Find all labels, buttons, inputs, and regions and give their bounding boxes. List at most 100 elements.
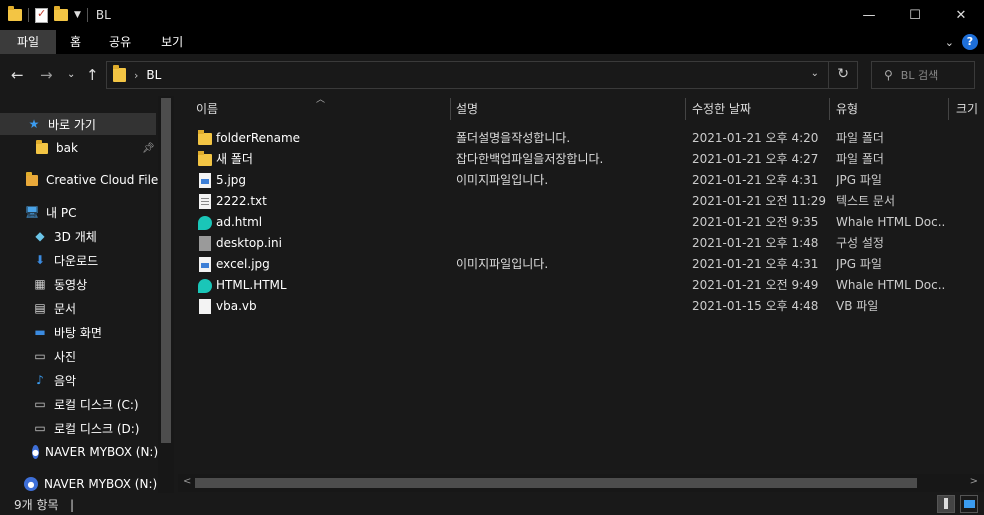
- sidebar-item-music[interactable]: ♪ 음악: [0, 369, 76, 391]
- column-divider[interactable]: [948, 98, 949, 120]
- table-row[interactable]: 새 폴더 잡다한백업파일을저장합니다. 2021-01-21 오후 4:27 파…: [178, 149, 984, 170]
- properties-icon[interactable]: [35, 7, 48, 23]
- table-row[interactable]: HTML.HTML 2021-01-21 오전 9:49 Whale HTML …: [178, 275, 984, 296]
- table-row[interactable]: 5.jpg 이미지파일입니다. 2021-01-21 오후 4:31 JPG 파…: [178, 170, 984, 191]
- back-arrow-icon[interactable]: ←: [11, 66, 24, 84]
- sidebar-item-documents[interactable]: ▤ 문서: [0, 297, 76, 319]
- tab-file[interactable]: 파일: [0, 30, 56, 54]
- large-icons-view-button[interactable]: [960, 495, 978, 513]
- sidebar-item-3d-objects[interactable]: ◆ 3D 개체: [0, 225, 96, 247]
- help-button[interactable]: ?: [962, 34, 978, 50]
- forward-arrow-icon[interactable]: →: [40, 66, 53, 84]
- folder-icon: [34, 139, 50, 156]
- sidebar-item-creative-cloud[interactable]: Creative Cloud Files: [0, 169, 165, 191]
- tab-home[interactable]: 홈: [56, 30, 93, 54]
- sidebar-item-this-pc[interactable]: 🖥︎ 내 PC: [0, 201, 76, 223]
- table-row[interactable]: ad.html 2021-01-21 오전 9:35 Whale HTML Do…: [178, 212, 984, 233]
- column-header-date[interactable]: 수정한 날짜: [692, 96, 751, 122]
- desktop-icon: ▬: [34, 325, 46, 339]
- drive-icon: ▭: [34, 421, 46, 435]
- column-header-name[interactable]: 이름: [196, 96, 218, 122]
- whale-browser-icon: [198, 216, 212, 230]
- sidebar-item-bak[interactable]: bak 📌︎: [0, 137, 158, 159]
- file-name: desktop.ini: [216, 236, 282, 250]
- column-divider[interactable]: [450, 98, 451, 120]
- column-header-type[interactable]: 유형: [836, 96, 858, 122]
- file-name: excel.jpg: [216, 257, 270, 271]
- column-header-row: ︿ 이름 설명 수정한 날짜 유형 크기: [178, 95, 984, 122]
- refresh-icon[interactable]: ↻: [837, 66, 849, 82]
- file-date: 2021-01-21 오전 9:49: [692, 278, 819, 292]
- music-icon: ♪: [36, 373, 44, 387]
- file-name: 새 폴더: [216, 152, 253, 166]
- table-row[interactable]: vba.vb 2021-01-15 오후 4:48 VB 파일: [178, 296, 984, 317]
- sidebar-item-videos[interactable]: ▦ 동영상: [0, 273, 87, 295]
- file-name: 2222.txt: [216, 194, 267, 208]
- nav-scrollbar-thumb[interactable]: [161, 98, 171, 443]
- maximize-button[interactable]: ☐: [892, 0, 938, 30]
- sidebar-item-mybox-1[interactable]: ● NAVER MYBOX (N:): [0, 441, 158, 463]
- details-view-button[interactable]: [937, 495, 955, 513]
- scroll-left-icon[interactable]: <: [183, 476, 191, 487]
- table-row[interactable]: desktop.ini 2021-01-21 오후 1:48 구성 설정: [178, 233, 984, 254]
- sidebar-item-desktop[interactable]: ▬ 바탕 화면: [0, 321, 102, 343]
- recent-locations-chevron-icon[interactable]: ⌄: [67, 69, 75, 80]
- address-dropdown-icon[interactable]: ⌄: [811, 68, 819, 79]
- ribbon-tabs: 파일 홈 공유 보기 ⌄ ?: [0, 30, 984, 54]
- file-name: 5.jpg: [216, 173, 247, 187]
- expand-ribbon-icon[interactable]: ⌄: [945, 36, 954, 49]
- horizontal-scrollbar[interactable]: < >: [178, 474, 984, 492]
- qat-divider: [28, 8, 29, 22]
- pictures-icon: ▭: [34, 349, 46, 363]
- table-row[interactable]: 2222.txt 2021-01-21 오전 11:29 텍스트 문서: [178, 191, 984, 212]
- sidebar-item-quick-access[interactable]: ★ 바로 가기: [0, 113, 156, 135]
- address-bar[interactable]: › BL ⌄ ↻: [106, 61, 858, 89]
- text-file-icon: [199, 194, 211, 209]
- close-button[interactable]: ✕: [938, 0, 984, 30]
- breadcrumb-chevron-icon[interactable]: ›: [134, 69, 138, 82]
- search-box[interactable]: ⚲ BL 검색: [871, 61, 975, 89]
- file-type: JPG 파일: [836, 257, 882, 271]
- sidebar-item-drive-c[interactable]: ▭ 로컬 디스크 (C:): [0, 393, 138, 415]
- qat-dropdown-icon[interactable]: ▼: [74, 10, 81, 20]
- up-arrow-icon[interactable]: ↑: [86, 66, 99, 84]
- file-type: VB 파일: [836, 299, 879, 313]
- horizontal-scrollbar-thumb[interactable]: [195, 478, 917, 488]
- nav-scrollbar[interactable]: [158, 96, 174, 493]
- column-header-size[interactable]: 크기: [956, 96, 978, 122]
- table-row[interactable]: excel.jpg 이미지파일입니다. 2021-01-21 오후 4:31 J…: [178, 254, 984, 275]
- folder-icon: [8, 6, 22, 21]
- tab-share[interactable]: 공유: [93, 30, 143, 54]
- pin-icon[interactable]: 📌︎: [142, 143, 155, 154]
- file-date: 2021-01-21 오후 4:31: [692, 257, 819, 271]
- file-date: 2021-01-21 오후 4:27: [692, 152, 819, 166]
- breadcrumb-item[interactable]: BL: [146, 68, 161, 82]
- file-list: ︿ 이름 설명 수정한 날짜 유형 크기 folderRename 폴더설명을작…: [178, 95, 984, 493]
- mybox-icon: ●: [32, 445, 39, 459]
- folder-icon: [113, 65, 126, 82]
- image-file-icon: [199, 257, 211, 272]
- sidebar-item-pictures[interactable]: ▭ 사진: [0, 345, 76, 367]
- address-row: ← → ⌄ ↑ › BL ⌄ ↻ ⚲ BL 검색: [0, 54, 984, 96]
- tab-view[interactable]: 보기: [143, 30, 195, 54]
- column-divider[interactable]: [829, 98, 830, 120]
- navigation-pane: ★ 바로 가기 bak 📌︎ Creative Cloud Files 🖥︎ 내…: [0, 96, 174, 493]
- minimize-button[interactable]: —: [846, 0, 892, 30]
- table-row[interactable]: folderRename 폴더설명을작성합니다. 2021-01-21 오후 4…: [178, 128, 984, 149]
- new-folder-icon[interactable]: [54, 6, 68, 21]
- item-count: 9개 항목 |: [14, 498, 75, 512]
- folder-icon: [198, 151, 212, 166]
- search-icon: ⚲: [884, 68, 893, 82]
- file-type: 텍스트 문서: [836, 194, 896, 208]
- file-description: 폴더설명을작성합니다.: [456, 131, 571, 145]
- sidebar-item-drive-d[interactable]: ▭ 로컬 디스크 (D:): [0, 417, 139, 439]
- file-date: 2021-01-15 오후 4:48: [692, 299, 819, 313]
- column-header-description[interactable]: 설명: [456, 96, 478, 122]
- column-divider[interactable]: [685, 98, 686, 120]
- file-name: vba.vb: [216, 299, 257, 313]
- file-description: 잡다한백업파일을저장합니다.: [456, 152, 604, 166]
- document-icon: ▤: [34, 301, 46, 315]
- scroll-right-icon[interactable]: >: [970, 476, 978, 487]
- sidebar-item-mybox-2[interactable]: ● NAVER MYBOX (N:): [0, 473, 157, 493]
- sidebar-item-downloads[interactable]: ⬇ 다운로드: [0, 249, 98, 271]
